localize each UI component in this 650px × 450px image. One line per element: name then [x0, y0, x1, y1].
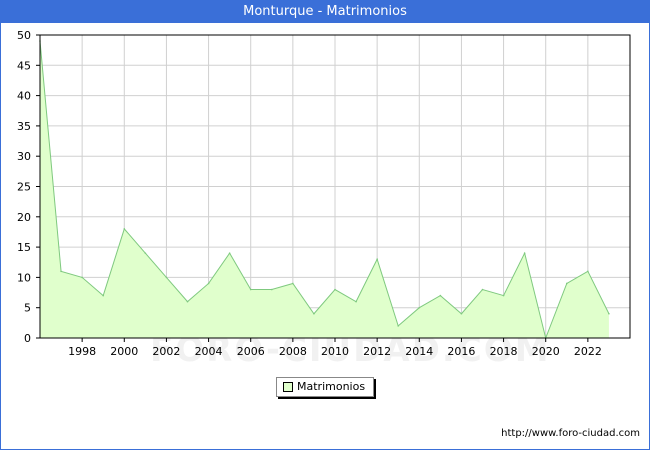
data-point [102, 294, 105, 297]
x-tick-label: 2022 [574, 345, 602, 358]
data-point [523, 252, 526, 254]
x-tick-label: 2016 [447, 345, 475, 358]
legend-label: Matrimonios [297, 380, 366, 393]
x-tick-label: 2008 [279, 345, 307, 358]
x-tick-label: 2020 [532, 345, 560, 358]
source-link[interactable]: http://www.foro-ciudad.com [501, 428, 640, 439]
y-tick-label: 20 [17, 211, 31, 224]
x-tick-label: 2006 [237, 345, 265, 358]
data-point [418, 306, 421, 309]
x-tick-label: 2010 [321, 345, 349, 358]
y-tick-label: 35 [17, 120, 31, 133]
data-point [123, 228, 126, 230]
y-tick-label: 40 [17, 90, 31, 103]
y-tick-label: 10 [17, 271, 31, 284]
data-point [439, 294, 442, 297]
data-point [608, 312, 610, 315]
data-point [334, 288, 336, 291]
x-tick-label: 1998 [68, 345, 96, 358]
data-point [460, 312, 463, 315]
x-tick-label: 2002 [152, 345, 180, 358]
x-tick-label: 2014 [405, 345, 433, 358]
data-point [376, 258, 378, 261]
y-tick-label: 30 [17, 150, 31, 163]
data-point [270, 288, 273, 291]
y-tick-label: 50 [17, 29, 31, 42]
legend: Matrimonios [276, 377, 374, 397]
y-tick-label: 45 [17, 59, 31, 72]
y-tick-label: 15 [17, 241, 31, 254]
data-point [249, 288, 252, 291]
legend-swatch [283, 382, 293, 392]
x-tick-label: 2000 [110, 345, 138, 358]
data-point [60, 270, 62, 273]
data-point [228, 252, 231, 254]
y-tick-label: 5 [24, 302, 31, 315]
data-point [313, 312, 315, 315]
data-point [587, 270, 589, 273]
data-point [481, 288, 484, 291]
data-point [207, 282, 210, 285]
data-point [81, 276, 83, 279]
x-tick-label: 2004 [195, 345, 223, 358]
data-point [144, 252, 147, 254]
data-point [355, 300, 357, 303]
data-point [565, 282, 568, 285]
data-point [165, 276, 168, 279]
data-point [397, 325, 400, 327]
x-tick-label: 2018 [490, 345, 518, 358]
y-tick-label: 0 [24, 332, 31, 345]
data-point [292, 282, 294, 285]
x-tick-label: 2012 [363, 345, 391, 358]
y-tick-label: 25 [17, 181, 31, 194]
data-point [502, 294, 505, 297]
data-point [186, 300, 189, 303]
